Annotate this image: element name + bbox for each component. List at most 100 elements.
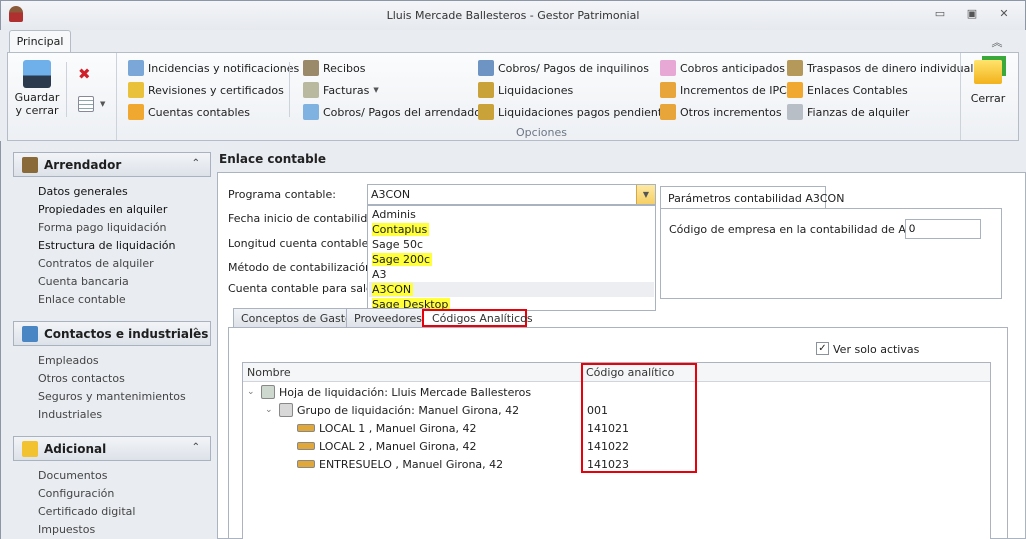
sidebar-item[interactable]: Forma pago liquidación — [38, 221, 167, 234]
sidebar-item[interactable]: Certificado digital — [38, 505, 135, 518]
dropdown-option[interactable]: A3CON — [369, 282, 654, 297]
ribbon-item-label: Cobros/ Pagos del arrendador — [323, 105, 486, 119]
dropdown-option[interactable]: Adminis — [369, 207, 654, 222]
restore-button[interactable]: ▣ — [963, 7, 981, 21]
ribbon-item-traspasos-de-dinero-individual[interactable]: Traspasos de dinero individual — [787, 60, 973, 76]
key-icon — [297, 460, 315, 468]
tree-row[interactable]: LOCAL 2 , Manuel Girona, 42 — [283, 437, 477, 455]
tree-row[interactable]: LOCAL 1 , Manuel Girona, 42 — [283, 419, 477, 437]
ribbon-item-incrementos-de-ipc[interactable]: Incrementos de IPC — [660, 82, 787, 98]
sidebar-item[interactable]: Datos generales — [38, 185, 128, 198]
empresa-code-input[interactable] — [905, 219, 981, 239]
ribbon-item-incidencias-y-notificaciones[interactable]: Incidencias y notificaciones — [128, 60, 299, 76]
ver-solo-activas-checkbox[interactable]: ✓ — [816, 342, 829, 355]
folder-exit-icon — [974, 60, 1002, 84]
sidebar-item[interactable]: Cuenta bancaria — [38, 275, 129, 288]
dropdown-option[interactable]: A3 — [369, 267, 654, 282]
row-name: LOCAL 1 , Manuel Girona, 42 — [319, 421, 477, 435]
magic-wand-icon — [660, 82, 676, 98]
ribbon-item-cobros-anticipados[interactable]: Cobros anticipados — [660, 60, 785, 76]
delete-button[interactable]: ✖ — [78, 65, 91, 83]
receipt-icon — [303, 60, 319, 76]
ribbon-item-cobros-pagos-de-inquilinos[interactable]: Cobros/ Pagos de inquilinos — [478, 60, 649, 76]
ribbon-item-enlaces-contables[interactable]: Enlaces Contables — [787, 82, 908, 98]
option-label: Sage 200c — [372, 253, 433, 266]
fecha-inicio-label: Fecha inicio de contabilidad: — [228, 212, 385, 225]
key-icon — [297, 424, 315, 432]
ribbon-item-label: Liquidaciones pagos pendientes — [498, 105, 675, 119]
ribbon-item-liquidaciones-pagos-pendientes[interactable]: Liquidaciones pagos pendientes — [478, 104, 675, 120]
ribbon-item-fianzas-de-alquiler[interactable]: Fianzas de alquiler — [787, 104, 909, 120]
sidebar-item[interactable]: Enlace contable — [38, 293, 126, 306]
save-and-close-label: Guardar y cerrar — [14, 91, 60, 117]
option-label: Sage 50c — [372, 238, 424, 251]
sidebar-item[interactable]: Empleados — [38, 354, 99, 367]
tree-row[interactable]: ⌄ Hoja de liquidación: Lluis Mercade Ball… — [247, 383, 531, 401]
tab-proveedores[interactable]: Proveedores — [346, 308, 430, 328]
sidebar-item[interactable]: Documentos — [38, 469, 107, 482]
save-and-close-button[interactable]: Guardar y cerrar — [14, 60, 60, 117]
view-dropdown-button[interactable]: ▼ — [78, 96, 105, 112]
dropdown-option[interactable]: Sage 200c — [369, 252, 654, 267]
close-button[interactable]: Cerrar — [968, 60, 1008, 105]
panel-header-1[interactable]: Arrendador ⌃ — [13, 152, 211, 177]
ribbon-item-label: Revisiones y certificados — [148, 83, 284, 97]
option-label: Adminis — [372, 208, 416, 221]
chevron-up-icon[interactable]: ⌃ — [192, 327, 200, 338]
empresa-label: Código de empresa en la contabilidad de … — [669, 223, 938, 236]
tab-codigos-analiticos[interactable]: Códigos Analíticos — [422, 309, 533, 327]
programa-label: Programa contable: — [228, 188, 336, 201]
row-name: ENTRESUELO , Manuel Girona, 42 — [319, 457, 504, 471]
ribbon-item-otros-incrementos[interactable]: Otros incrementos — [660, 104, 782, 120]
ribbon-item-recibos[interactable]: Recibos — [303, 60, 365, 76]
chevron-down-icon[interactable]: ▼ — [636, 185, 655, 204]
ribbon-item-label: Liquidaciones — [498, 83, 574, 97]
tree-row[interactable]: ENTRESUELO , Manuel Girona, 42 — [283, 455, 503, 473]
delete-icon: ✖ — [78, 65, 91, 83]
sidebar-item[interactable]: Industriales — [38, 408, 102, 421]
option-label: Contaplus — [372, 223, 430, 236]
table-view-icon — [78, 96, 94, 112]
ribbon-item-facturas[interactable]: Facturas ▼ — [303, 82, 379, 98]
sidebar-item[interactable]: Contratos de alquiler — [38, 257, 154, 270]
params-tab[interactable]: Parámetros contabilidad A3CON — [660, 186, 844, 209]
tab-conceptos-gasto[interactable]: Conceptos de Gasto — [233, 308, 360, 328]
expand-chevron-icon[interactable]: ⌄ — [265, 405, 275, 415]
ribbon-item-label: Fianzas de alquiler — [807, 105, 910, 119]
close-window-button[interactable]: ✕ — [995, 7, 1013, 21]
panel-title: Arrendador — [44, 157, 122, 172]
sidebar-item[interactable]: Otros contactos — [38, 372, 125, 385]
sidebar-item[interactable]: Propiedades en alquiler — [38, 203, 167, 216]
ribbon-tab-principal[interactable]: Principal — [9, 30, 71, 53]
invoice-icon — [303, 82, 319, 98]
ribbon-item-label: Enlaces Contables — [807, 83, 908, 97]
chevron-up-icon[interactable]: ⌃ — [192, 158, 200, 169]
ribbon-item-label: Recibos — [323, 61, 366, 75]
cuenta-saldos-label: Cuenta contable para saldos — [228, 282, 386, 295]
expand-chevron-icon[interactable]: ⌄ — [247, 387, 257, 397]
sidebar-item[interactable]: Impuestos — [38, 523, 95, 536]
chevron-up-icon[interactable]: ⌃ — [192, 442, 200, 453]
sidebar-item[interactable]: Seguros y mantenimientos — [38, 390, 186, 403]
ribbon-item-cobros-pagos-del-arrendador[interactable]: Cobros/ Pagos del arrendador — [303, 104, 486, 120]
minimize-button[interactable]: ▭ — [931, 7, 949, 21]
column-nombre[interactable]: Nombre — [247, 366, 291, 379]
ribbon-item-cuentas-contables[interactable]: Cuentas contables — [128, 104, 250, 120]
ribbon-item-label: Facturas — [323, 83, 370, 97]
panel-title: Adicional — [44, 441, 107, 456]
dropdown-option[interactable]: Contaplus — [369, 222, 654, 237]
programa-contable-select[interactable]: A3CON — [367, 184, 656, 205]
ribbon-item-label: Traspasos de dinero individual — [807, 61, 974, 75]
window-title: Lluis Mercade Ballesteros - Gestor Patri… — [386, 9, 640, 22]
collapse-ribbon-button[interactable]: ︽ — [988, 34, 1006, 49]
sidebar-item[interactable]: Estructura de liquidación — [38, 239, 175, 252]
ribbon-item-revisiones-y-certificados[interactable]: Revisiones y certificados — [128, 82, 284, 98]
tree-row[interactable]: ⌄ Grupo de liquidación: Manuel Girona, 42 — [265, 401, 519, 419]
settlement-icon — [478, 82, 494, 98]
sidebar-item[interactable]: Configuración — [38, 487, 114, 500]
ribbon-item-liquidaciones[interactable]: Liquidaciones — [478, 82, 573, 98]
panel-header-2[interactable]: Contactos e industriales ⌃ — [13, 321, 211, 346]
metodo-label: Método de contabilización: — [228, 261, 376, 274]
dropdown-option[interactable]: Sage 50c — [369, 237, 654, 252]
panel-header-3[interactable]: Adicional ⌃ — [13, 436, 211, 461]
